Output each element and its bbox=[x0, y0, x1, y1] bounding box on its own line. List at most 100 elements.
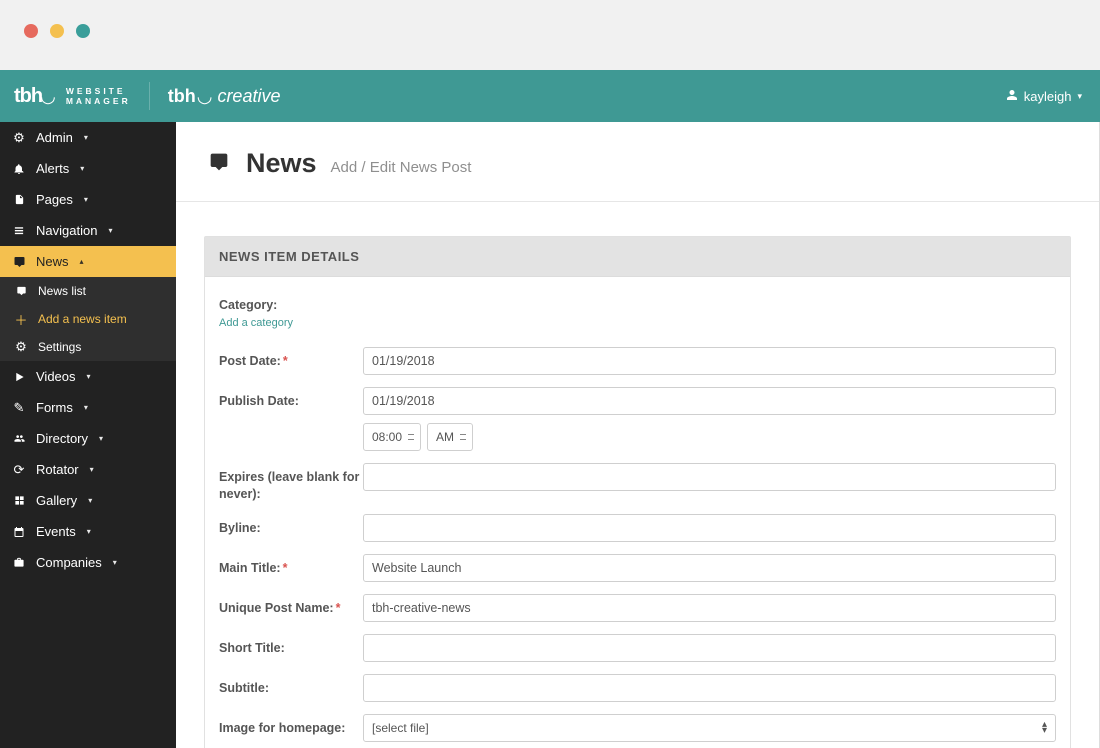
sidebar-item-admin[interactable]: ⚙ Admin ▾ bbox=[0, 122, 176, 153]
sidebar-item-label: Directory bbox=[36, 431, 88, 446]
caret-down-icon: ▾ bbox=[88, 496, 92, 505]
sidebar-item-label: Events bbox=[36, 524, 76, 539]
divider bbox=[149, 82, 150, 110]
sidebar-sub-news-settings[interactable]: ⚙ Settings bbox=[0, 333, 176, 361]
label-post-date: Post Date:* bbox=[219, 347, 363, 369]
post-date-input[interactable] bbox=[363, 347, 1056, 375]
main-title-input[interactable] bbox=[363, 554, 1056, 582]
plus-icon: ＋ bbox=[14, 312, 28, 326]
sidebar-item-rotator[interactable]: ⟳ Rotator ▾ bbox=[0, 454, 176, 485]
sidebar-item-companies[interactable]: Companies ▾ bbox=[0, 547, 176, 578]
sidebar-item-news[interactable]: News ▴ bbox=[0, 246, 176, 277]
speech-icon bbox=[12, 255, 26, 269]
label-unique-post-name: Unique Post Name:* bbox=[219, 594, 363, 616]
gear-icon: ⚙ bbox=[14, 340, 28, 354]
user-menu[interactable]: kayleigh ▾ bbox=[1006, 89, 1082, 104]
sidebar-item-gallery[interactable]: Gallery ▾ bbox=[0, 485, 176, 516]
sidebar-item-events[interactable]: Events ▾ bbox=[0, 516, 176, 547]
label-publish-date: Publish Date: bbox=[219, 387, 363, 409]
logo-smile-icon: ◡ bbox=[40, 86, 56, 107]
logo-text: tbh bbox=[14, 85, 42, 108]
tenant-logo: tbh◡creative bbox=[168, 86, 281, 107]
caret-down-icon: ▾ bbox=[84, 133, 88, 142]
page-header: News Add / Edit News Post bbox=[176, 122, 1099, 202]
sidebar-sub-add-news[interactable]: ＋ Add a news item bbox=[0, 305, 176, 333]
sidebar-item-label: Pages bbox=[36, 192, 73, 207]
topbar: tbh ◡ WEBSITE MANAGER tbh◡creative kayle… bbox=[0, 70, 1100, 122]
list-icon bbox=[12, 224, 26, 238]
subtitle-input[interactable] bbox=[363, 674, 1056, 702]
short-title-input[interactable] bbox=[363, 634, 1056, 662]
logo-smile-icon: ◡ bbox=[197, 86, 213, 107]
caret-down-icon: ▾ bbox=[87, 527, 91, 536]
page-title: News bbox=[246, 148, 317, 179]
sidebar-item-label: News bbox=[36, 254, 69, 269]
caret-down-icon: ▾ bbox=[84, 403, 88, 412]
file-icon bbox=[12, 193, 26, 207]
page-subtitle: Add / Edit News Post bbox=[331, 159, 472, 176]
play-icon bbox=[12, 370, 26, 384]
label-image-homepage: Image for homepage: bbox=[219, 714, 363, 736]
sidebar-item-label: Add a news item bbox=[38, 312, 127, 326]
close-window-button[interactable] bbox=[24, 24, 38, 38]
panel-news-details: NEWS ITEM DETAILS Category: Add a catego… bbox=[204, 236, 1071, 748]
sidebar-item-forms[interactable]: ✎ Forms ▾ bbox=[0, 392, 176, 423]
sidebar-item-label: News list bbox=[38, 284, 86, 298]
caret-down-icon: ▾ bbox=[84, 195, 88, 204]
sidebar-item-alerts[interactable]: Alerts ▾ bbox=[0, 153, 176, 184]
caret-down-icon: ▾ bbox=[87, 372, 91, 381]
window-chrome bbox=[0, 0, 1100, 70]
sidebar-item-label: Rotator bbox=[36, 462, 79, 477]
sidebar-submenu-news: News list ＋ Add a news item ⚙ Settings bbox=[0, 277, 176, 361]
label-byline: Byline: bbox=[219, 514, 363, 536]
sidebar-item-label: Videos bbox=[36, 369, 76, 384]
select-arrows-icon: ▴▾ bbox=[1042, 722, 1047, 734]
users-icon bbox=[12, 432, 26, 446]
byline-input[interactable] bbox=[363, 514, 1056, 542]
sidebar-item-label: Settings bbox=[38, 340, 81, 354]
briefcase-icon bbox=[12, 556, 26, 570]
label-expires: Expires (leave blank for never): bbox=[219, 463, 363, 502]
speech-icon bbox=[14, 284, 28, 298]
sidebar-item-label: Alerts bbox=[36, 161, 69, 176]
main-content: News Add / Edit News Post NEWS ITEM DETA… bbox=[176, 122, 1100, 748]
add-category-link[interactable]: Add a category bbox=[219, 317, 293, 329]
app-logo: tbh ◡ WEBSITE MANAGER bbox=[0, 85, 131, 108]
user-name: kayleigh bbox=[1024, 89, 1072, 104]
gear-icon: ⚙ bbox=[12, 131, 26, 145]
maximize-window-button[interactable] bbox=[76, 24, 90, 38]
caret-down-icon: ▾ bbox=[90, 465, 94, 474]
sidebar-item-label: Admin bbox=[36, 130, 73, 145]
pencil-icon: ✎ bbox=[12, 401, 26, 415]
sidebar-item-label: Forms bbox=[36, 400, 73, 415]
publish-date-input[interactable] bbox=[363, 387, 1056, 415]
refresh-icon: ⟳ bbox=[12, 463, 26, 477]
sidebar-item-pages[interactable]: Pages ▾ bbox=[0, 184, 176, 215]
sidebar-item-directory[interactable]: Directory ▾ bbox=[0, 423, 176, 454]
sidebar-sub-news-list[interactable]: News list bbox=[0, 277, 176, 305]
label-main-title: Main Title:* bbox=[219, 554, 363, 576]
panel-header: NEWS ITEM DETAILS bbox=[205, 237, 1070, 277]
publish-ampm-select[interactable]: AM bbox=[427, 423, 473, 451]
minimize-window-button[interactable] bbox=[50, 24, 64, 38]
logo-mark: tbh ◡ bbox=[14, 85, 56, 108]
image-file-select[interactable]: [select file] ▴▾ bbox=[363, 714, 1056, 742]
user-icon bbox=[1006, 89, 1018, 104]
caret-down-icon: ▾ bbox=[80, 164, 84, 173]
caret-down-icon: ▾ bbox=[113, 558, 117, 567]
caret-down-icon: ▾ bbox=[99, 434, 103, 443]
label-category: Category: bbox=[219, 291, 363, 313]
publish-time-select[interactable]: 08:00 bbox=[363, 423, 421, 451]
bell-icon bbox=[12, 162, 26, 176]
sidebar-item-navigation[interactable]: Navigation ▾ bbox=[0, 215, 176, 246]
sidebar: ⚙ Admin ▾ Alerts ▾ Pages ▾ Navigation ▾ bbox=[0, 122, 176, 748]
unique-post-name-input[interactable] bbox=[363, 594, 1056, 622]
label-short-title: Short Title: bbox=[219, 634, 363, 656]
sidebar-item-videos[interactable]: Videos ▾ bbox=[0, 361, 176, 392]
caret-down-icon: ▾ bbox=[108, 226, 112, 235]
sidebar-item-label: Navigation bbox=[36, 223, 97, 238]
chevron-down-icon: ▾ bbox=[1077, 91, 1082, 102]
speech-icon bbox=[208, 152, 230, 178]
expires-input[interactable] bbox=[363, 463, 1056, 491]
label-subtitle: Subtitle: bbox=[219, 674, 363, 696]
